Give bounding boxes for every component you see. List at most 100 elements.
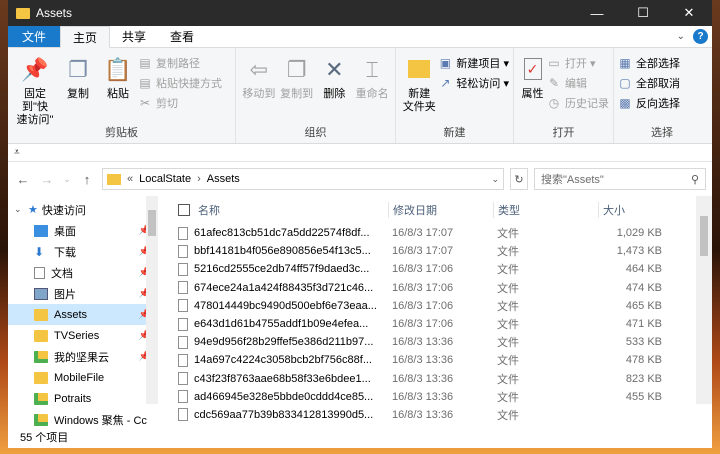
sidebar-item-assets[interactable]: Assets 📌 <box>8 304 158 325</box>
file-row[interactable]: ad466945e328e5bbde0cddd4ce85... 16/8/3 13… <box>158 388 712 406</box>
sidebar-item-downloads[interactable]: ⬇ 下载 📌 <box>8 241 158 262</box>
file-type: 文件 <box>497 300 519 313</box>
select-all-icon: ▦ <box>619 55 631 70</box>
copy-path-button[interactable]: ▤ 复制路径 <box>138 54 222 71</box>
paste-shortcut-button[interactable]: ▤ 粘贴快捷方式 <box>138 74 222 91</box>
copy-icon: ❐ <box>68 56 88 82</box>
select-all-button[interactable]: ▦ 全部选择 <box>618 54 680 71</box>
file-row[interactable]: bbf14181b4f056e890856e54f13c5... 16/8/3 1… <box>158 242 712 260</box>
sidebar-item-tvseries[interactable]: TVSeries 📌 <box>8 325 158 346</box>
sidebar-item-label: Potraits <box>54 392 92 405</box>
file-date: 16/8/3 13:36 <box>392 390 454 403</box>
file-row[interactable]: c43f23f8763aae68b58f33e6bdee1... 16/8/3 1… <box>158 370 712 388</box>
sidebar-scroll-thumb[interactable] <box>148 210 156 236</box>
invert-selection-button[interactable]: ▩ 反向选择 <box>618 94 680 111</box>
file-size: 474 KB <box>625 281 662 294</box>
folder-icon <box>34 308 48 321</box>
cut-button[interactable]: ✂ 剪切 <box>138 94 222 111</box>
chevron-down-icon[interactable]: ⌄ <box>14 204 28 215</box>
file-list-scroll-thumb[interactable] <box>700 216 708 256</box>
select-none-button[interactable]: ▢ 全部取消 <box>618 74 680 91</box>
file-type: 文件 <box>497 264 519 277</box>
sidebar-item-potraits[interactable]: Potraits <box>8 388 158 409</box>
sidebar-item-desktop[interactable]: 桌面 📌 <box>8 220 158 241</box>
new-item-button[interactable]: ▣ 新建项目 ▾ <box>438 54 509 71</box>
file-size: 478 KB <box>625 354 662 367</box>
file-size: 464 KB <box>625 263 662 276</box>
tab-file[interactable]: 文件 <box>8 26 61 47</box>
column-date[interactable]: 修改日期 <box>388 202 493 218</box>
easy-access-button[interactable]: ↗ 轻松访问 ▾ <box>438 74 509 91</box>
column-name[interactable]: 名称 <box>158 202 388 218</box>
select-all-checkbox[interactable] <box>178 204 190 216</box>
star-icon: ★ <box>28 204 38 216</box>
sidebar-item-documents[interactable]: 文档 📌 <box>8 262 158 283</box>
rename-icon: ⌶ <box>365 56 379 82</box>
minimize-button[interactable]: — <box>574 0 620 26</box>
file-row[interactable]: 94e9d956f28b29ffef5e386d211b97... 16/8/3 … <box>158 333 712 351</box>
breadcrumb-localstate[interactable]: LocalState <box>139 173 191 185</box>
column-type[interactable]: 类型 <box>493 202 598 218</box>
explorer-window: Assets — ☐ ✕ 文件 主页 共享 查看 ⌄ ? 📌 固定到"快 速访问… <box>8 0 712 448</box>
breadcrumb-separator[interactable]: › <box>197 173 201 185</box>
file-name: 5216cd2555ce2db74ff57f9daed3c... <box>194 263 370 276</box>
sidebar-item-jianguoyun[interactable]: 我的坚果云 📌 <box>8 346 158 367</box>
edit-button[interactable]: ✎ 编辑 <box>547 74 609 91</box>
sidebar-item-pictures[interactable]: 图片 📌 <box>8 283 158 304</box>
maximize-button[interactable]: ☐ <box>620 0 666 26</box>
sidebar-scrollbar[interactable] <box>146 196 158 404</box>
delete-label: 删除 <box>323 88 346 100</box>
folder-icon <box>107 173 121 185</box>
file-row[interactable]: 14a697c4224c3058bcb2bf756c88f... 16/8/3 1… <box>158 351 712 369</box>
breadcrumb-assets[interactable]: Assets <box>207 173 240 185</box>
file-row[interactable]: 61afec813cb51dc7a5dd22574f8df... 16/8/3 1… <box>158 224 712 242</box>
search-input[interactable]: 搜索"Assets" ⚲ <box>534 168 706 190</box>
customize-toolbar-icon[interactable]: ⩡ <box>14 147 20 158</box>
item-count: 55 个项目 <box>20 432 69 444</box>
address-overflow[interactable]: « <box>127 173 133 185</box>
help-icon[interactable]: ? <box>693 29 708 44</box>
file-icon <box>178 408 188 422</box>
history-button[interactable]: ◷ 历史记录 <box>547 94 609 111</box>
file-type: 文件 <box>497 409 519 422</box>
history-icon: ◷ <box>548 95 560 110</box>
file-date: 16/8/3 13:36 <box>392 354 454 367</box>
tab-view[interactable]: 查看 <box>158 26 206 47</box>
forward-arrow-icon[interactable]: → <box>38 172 56 187</box>
status-bar: 55 个项目 <box>8 426 712 448</box>
folder-icon <box>16 7 30 19</box>
file-row[interactable]: 674ece24a1a424f88435f3d721c46... 16/8/3 1… <box>158 279 712 297</box>
refresh-icon[interactable]: ↻ <box>510 168 528 190</box>
file-list-scrollbar[interactable] <box>696 196 712 404</box>
group-label-open: 打开 <box>552 127 575 139</box>
file-date: 16/8/3 17:06 <box>392 263 454 276</box>
tab-share[interactable]: 共享 <box>110 26 158 47</box>
expand-ribbon-icon[interactable]: ⌄ <box>677 31 685 42</box>
paste-label: 粘贴 <box>107 88 129 100</box>
file-icon <box>178 299 188 313</box>
file-name: bbf14181b4f056e890856e54f13c5... <box>194 245 371 258</box>
document-icon <box>34 266 45 279</box>
new-folder-icon <box>405 54 433 84</box>
paste-icon: 📋 <box>104 56 132 82</box>
up-arrow-icon[interactable]: ↑ <box>78 172 96 187</box>
sidebar-item-quick-access[interactable]: ⌄ ★ 快速访问 <box>8 199 158 220</box>
folder-icon <box>34 329 48 342</box>
sidebar-item-mobilefile[interactable]: MobileFile <box>8 367 158 388</box>
file-date: 16/8/3 17:07 <box>392 227 454 240</box>
open-button[interactable]: ▭ 打开 ▾ <box>547 54 609 71</box>
file-row[interactable]: 5216cd2555ce2db74ff57f9daed3c... 16/8/3 1… <box>158 260 712 278</box>
close-button[interactable]: ✕ <box>666 0 712 26</box>
search-placeholder: 搜索"Assets" <box>541 174 604 186</box>
file-row[interactable]: cdc569aa77b39b833412813990d5... 16/8/3 13… <box>158 406 712 424</box>
file-row[interactable]: 478014449bc9490d500ebf6e73eaa... 16/8/3 1… <box>158 297 712 315</box>
address-field[interactable]: « LocalState › Assets ⌄ <box>102 168 504 190</box>
file-row[interactable]: e643d1d61b4755addf1b09e4efea... 16/8/3 17… <box>158 315 712 333</box>
address-dropdown-icon[interactable]: ⌄ <box>491 174 499 185</box>
tab-home[interactable]: 主页 <box>60 26 111 48</box>
back-arrow-icon[interactable]: ← <box>14 172 32 187</box>
new-folder-label: 新建 文件夹 <box>402 88 436 113</box>
column-size[interactable]: 大小 <box>598 202 668 218</box>
file-size: 455 KB <box>625 390 662 403</box>
recent-locations-icon[interactable]: ⌄ <box>62 174 72 185</box>
